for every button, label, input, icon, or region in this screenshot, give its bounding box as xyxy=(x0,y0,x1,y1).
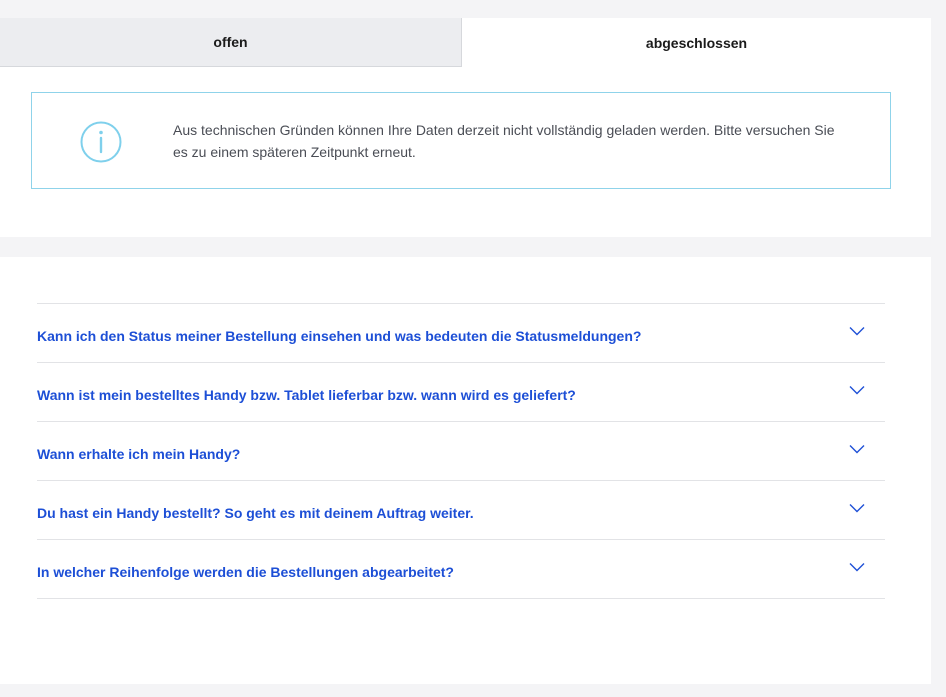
chevron-down-icon[interactable] xyxy=(849,444,865,454)
info-notice: Aus technischen Gründen können Ihre Date… xyxy=(31,92,891,189)
order-status-panel: offen abgeschlossen Aus technischen Grün… xyxy=(0,18,931,237)
tab-offen[interactable]: offen xyxy=(0,18,462,67)
info-message: Aus technischen Gründen können Ihre Date… xyxy=(173,122,835,160)
status-tabs: offen abgeschlossen xyxy=(0,18,931,67)
chevron-down-icon[interactable] xyxy=(849,326,865,336)
faq-item[interactable]: Kann ich den Status meiner Bestellung ei… xyxy=(37,304,885,363)
faq-list: Kann ich den Status meiner Bestellung ei… xyxy=(37,303,885,599)
faq-question[interactable]: Du hast ein Handy bestellt? So geht es m… xyxy=(37,505,474,521)
chevron-down-icon[interactable] xyxy=(849,562,865,572)
tab-abgeschlossen-label: abgeschlossen xyxy=(645,34,748,51)
info-icon xyxy=(80,121,122,163)
faq-item[interactable]: In welcher Reihenfolge werden die Bestel… xyxy=(37,540,885,599)
tab-offen-label: offen xyxy=(213,34,248,50)
faq-item[interactable]: Wann erhalte ich mein Handy? xyxy=(37,422,885,481)
faq-question[interactable]: Wann ist mein bestelltes Handy bzw. Tabl… xyxy=(37,387,576,403)
faq-item[interactable]: Du hast ein Handy bestellt? So geht es m… xyxy=(37,481,885,540)
chevron-down-icon[interactable] xyxy=(849,385,865,395)
faq-question[interactable]: In welcher Reihenfolge werden die Bestel… xyxy=(37,564,454,580)
tab-abgeschlossen[interactable]: abgeschlossen xyxy=(462,18,931,67)
faq-question[interactable]: Kann ich den Status meiner Bestellung ei… xyxy=(37,328,641,344)
chevron-down-icon[interactable] xyxy=(849,503,865,513)
faq-panel: Kann ich den Status meiner Bestellung ei… xyxy=(0,257,931,684)
faq-item[interactable]: Wann ist mein bestelltes Handy bzw. Tabl… xyxy=(37,363,885,422)
faq-question[interactable]: Wann erhalte ich mein Handy? xyxy=(37,446,240,462)
